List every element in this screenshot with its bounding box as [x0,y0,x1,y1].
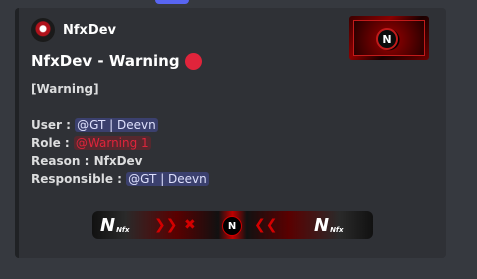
banner-center-logo-icon: N [222,216,242,236]
user-label: User : [31,118,71,132]
embed-image[interactable]: N Nfx ❯❯ ✖ N ❮❮ N Nfx [92,211,373,239]
warning-type-line: [Warning] [31,80,99,98]
author-name[interactable]: NfxDev [63,23,116,38]
cross-icon: ✖ [184,217,196,233]
embed-title: NfxDev - Warning [31,52,202,70]
top-strip [0,0,477,4]
role-label: Role : [31,136,70,150]
embed-card: NfxDev N NfxDev - Warning [Warning] User… [15,8,446,258]
red-circle-icon [184,52,202,70]
user-mention[interactable]: @GT | Deevn [75,118,158,132]
banner-logo-right-icon: N Nfx [314,214,344,236]
banner-logo-left-icon: N Nfx [100,214,130,236]
chevron-left-icon: ❮❮ [254,217,278,233]
chevron-right-icon: ❯❯ [154,217,178,233]
reason-value: NfxDev [93,154,143,168]
nfx-logo-icon: N [376,28,398,50]
role-line: Role : @Warning 1 [31,134,151,152]
embed-title-text: NfxDev - Warning [31,52,180,70]
responsible-line: Responsible : @GT | Deevn [31,170,209,188]
reaction-pill[interactable] [155,0,189,4]
warning-type-text: [Warning] [31,82,99,96]
reason-label: Reason : [31,154,90,168]
responsible-mention[interactable]: @GT | Deevn [126,172,209,186]
user-line: User : @GT | Deevn [31,116,158,134]
role-mention[interactable]: @Warning 1 [73,136,151,150]
responsible-label: Responsible : [31,172,122,186]
reason-line: Reason : NfxDev [31,152,143,170]
embed-thumbnail[interactable]: N [349,16,429,60]
author-avatar-icon[interactable] [31,18,55,42]
embed-author[interactable]: NfxDev [31,18,116,42]
